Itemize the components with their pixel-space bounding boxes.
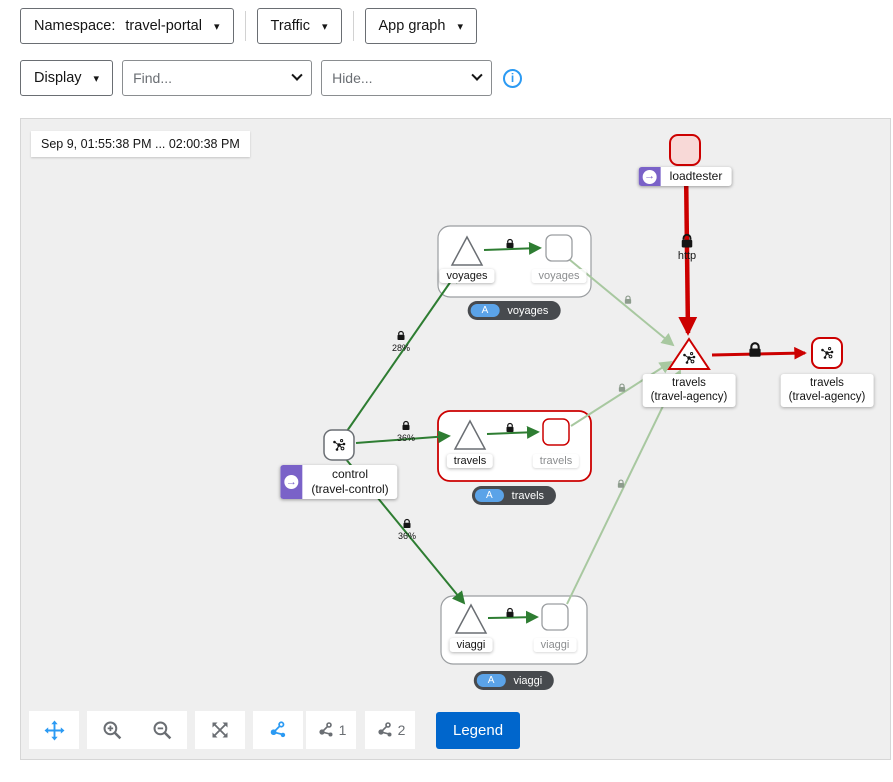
app-badge: A bbox=[471, 304, 500, 317]
caret-down-icon: ▾ bbox=[214, 20, 220, 33]
caret-down-icon: ▾ bbox=[94, 72, 100, 85]
find-field bbox=[122, 60, 312, 96]
zoom-in-icon bbox=[102, 720, 123, 741]
namespace-dropdown[interactable]: Namespace: travel-portal ▾ bbox=[20, 8, 234, 44]
chevron-down-icon bbox=[471, 70, 482, 81]
chevron-down-icon bbox=[291, 70, 302, 81]
mtls-lock-icon bbox=[625, 296, 631, 304]
zoom-out-icon bbox=[152, 720, 173, 741]
fit-to-screen-button[interactable] bbox=[195, 711, 245, 749]
graph-toolbar-secondary: Display ▾ i bbox=[20, 60, 522, 96]
hide-field bbox=[321, 60, 492, 96]
zoom-in-button[interactable] bbox=[87, 711, 137, 749]
find-input[interactable] bbox=[123, 70, 283, 86]
legend-button[interactable]: Legend bbox=[436, 712, 520, 749]
node-label-control[interactable]: → control (travel-control) bbox=[280, 465, 397, 499]
mtls-lock-icon bbox=[749, 343, 760, 357]
layout-2-button[interactable]: 2 bbox=[365, 711, 415, 749]
layout-default-button[interactable] bbox=[253, 711, 303, 749]
hide-options-button[interactable] bbox=[463, 61, 490, 95]
layout-2-label: 2 bbox=[398, 722, 406, 738]
edge-percent-label: 36% bbox=[397, 433, 415, 443]
mtls-lock-icon bbox=[619, 384, 625, 392]
display-dropdown[interactable]: Display ▾ bbox=[20, 60, 113, 96]
caret-down-icon: ▾ bbox=[457, 20, 463, 33]
traffic-label: Traffic bbox=[271, 18, 310, 34]
info-icon[interactable]: i bbox=[503, 69, 522, 88]
group-badge-travels[interactable]: A travels bbox=[472, 486, 556, 505]
topology-graph bbox=[21, 119, 890, 759]
node-travels-workload[interactable] bbox=[543, 419, 569, 445]
edge-percent-label: 36% bbox=[398, 531, 416, 541]
node-viaggi-workload[interactable] bbox=[542, 604, 568, 630]
mtls-lock-icon bbox=[404, 520, 411, 529]
mtls-lock-icon bbox=[618, 480, 624, 488]
node-voyages-workload[interactable] bbox=[546, 235, 572, 261]
caret-down-icon: ▾ bbox=[322, 20, 328, 33]
mtls-lock-icon bbox=[398, 332, 405, 341]
node-label-travels-app[interactable]: travels bbox=[447, 454, 493, 468]
node-loadtester[interactable] bbox=[670, 135, 700, 165]
expand-icon bbox=[210, 720, 230, 740]
graph-toolbar-primary: Namespace: travel-portal ▾ Traffic ▾ App… bbox=[20, 8, 477, 44]
graph-type-value: App graph bbox=[379, 18, 446, 34]
node-label-travels-workload[interactable]: travels bbox=[533, 454, 579, 468]
find-options-button[interactable] bbox=[283, 61, 310, 95]
app-badge: A bbox=[475, 489, 504, 502]
group-badge-voyages[interactable]: A voyages bbox=[468, 301, 561, 320]
toolbar-divider bbox=[245, 11, 246, 41]
topology-icon bbox=[375, 720, 395, 740]
traffic-source-badge: → bbox=[280, 465, 302, 499]
node-label-viaggi-app[interactable]: viaggi bbox=[450, 638, 493, 652]
node-label-travels-agency-app[interactable]: travels (travel-agency) bbox=[643, 374, 736, 407]
display-label: Display bbox=[34, 70, 82, 86]
layout-1-button[interactable]: 1 bbox=[306, 711, 356, 749]
mtls-lock-icon bbox=[403, 422, 410, 431]
node-label-travels-agency-workload[interactable]: travels (travel-agency) bbox=[781, 374, 874, 407]
graph-canvas[interactable]: Sep 9, 01:55:38 PM ... 02:00:38 PM http … bbox=[20, 118, 891, 760]
edge-percent-label: 28% bbox=[392, 343, 410, 353]
pan-mode-button[interactable] bbox=[29, 711, 79, 749]
node-label-viaggi-workload[interactable]: viaggi bbox=[534, 638, 577, 652]
move-icon bbox=[44, 720, 65, 741]
hide-input[interactable] bbox=[322, 70, 463, 86]
edge-viaggi-app-to-workload[interactable] bbox=[488, 617, 537, 618]
node-travels-agency-app[interactable] bbox=[669, 339, 709, 369]
node-label-voyages-app[interactable]: voyages bbox=[440, 269, 495, 283]
traffic-source-badge: → bbox=[639, 167, 661, 186]
node-label-voyages-workload[interactable]: voyages bbox=[532, 269, 587, 283]
root-arrow-icon: → bbox=[643, 170, 657, 184]
app-badge: A bbox=[477, 674, 506, 687]
namespace-value: travel-portal bbox=[125, 18, 202, 34]
time-range-chip: Sep 9, 01:55:38 PM ... 02:00:38 PM bbox=[31, 131, 250, 157]
node-label-loadtester[interactable]: → loadtester bbox=[639, 167, 732, 186]
topology-icon bbox=[267, 719, 289, 741]
graph-zoom-controls: 1 2 Legend bbox=[29, 711, 520, 749]
graph-type-dropdown[interactable]: App graph ▾ bbox=[365, 8, 477, 44]
traffic-dropdown[interactable]: Traffic ▾ bbox=[257, 8, 342, 44]
group-badge-viaggi[interactable]: A viaggi bbox=[474, 671, 554, 690]
toolbar-divider bbox=[353, 11, 354, 41]
root-arrow-icon: → bbox=[284, 475, 298, 489]
namespace-label: Namespace: bbox=[34, 18, 115, 34]
topology-icon bbox=[316, 720, 336, 740]
zoom-out-button[interactable] bbox=[137, 711, 187, 749]
edge-protocol-label: http bbox=[678, 250, 696, 262]
layout-1-label: 1 bbox=[339, 722, 347, 738]
